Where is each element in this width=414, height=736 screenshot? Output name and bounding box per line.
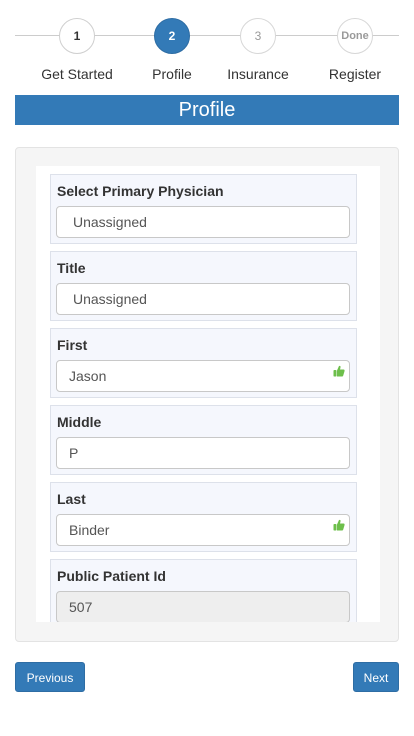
middle-name-input[interactable]: P: [56, 437, 350, 469]
step-number: 1: [59, 18, 95, 54]
last-name-value: Binder: [69, 522, 110, 538]
step-label: Insurance: [227, 66, 289, 82]
field-label: Public Patient Id: [57, 568, 166, 584]
form-scroll-area[interactable]: Select Primary Physician Unassigned Titl…: [36, 166, 380, 622]
thumbs-up-icon: [333, 365, 345, 377]
step-label: Profile: [152, 66, 192, 82]
next-button[interactable]: Next: [353, 662, 399, 692]
field-label: Last: [57, 491, 86, 507]
progress-stepper: 1 Get Started 2 Profile 3 Insurance Done…: [0, 0, 414, 95]
field-first: First Jason: [50, 328, 357, 398]
physician-select[interactable]: Unassigned: [56, 206, 350, 238]
field-primary-physician: Select Primary Physician Unassigned: [50, 174, 357, 244]
step-number: 2: [154, 18, 190, 54]
step-label: Register: [328, 66, 382, 82]
previous-button[interactable]: Previous: [15, 662, 85, 692]
thumbs-up-icon: [333, 519, 345, 531]
field-label: Middle: [57, 414, 102, 430]
field-label: Select Primary Physician: [57, 183, 224, 199]
field-public-patient-id: Public Patient Id 507: [50, 559, 357, 622]
title-select[interactable]: Unassigned: [56, 283, 350, 315]
field-title: Title Unassigned: [50, 251, 357, 321]
patient-id-readonly: 507: [56, 591, 350, 622]
form-panel: Select Primary Physician Unassigned Titl…: [15, 147, 399, 642]
field-label: Title: [57, 260, 86, 276]
page-title: Profile: [15, 95, 399, 125]
step-number: 3: [240, 18, 276, 54]
first-name-value: Jason: [69, 368, 107, 384]
step-number: Done: [337, 18, 373, 54]
first-name-input[interactable]: Jason: [56, 360, 350, 392]
field-last: Last Binder: [50, 482, 357, 552]
step-label: Get Started: [41, 66, 113, 82]
field-label: First: [57, 337, 88, 353]
last-name-input[interactable]: Binder: [56, 514, 350, 546]
field-middle: Middle P: [50, 405, 357, 475]
